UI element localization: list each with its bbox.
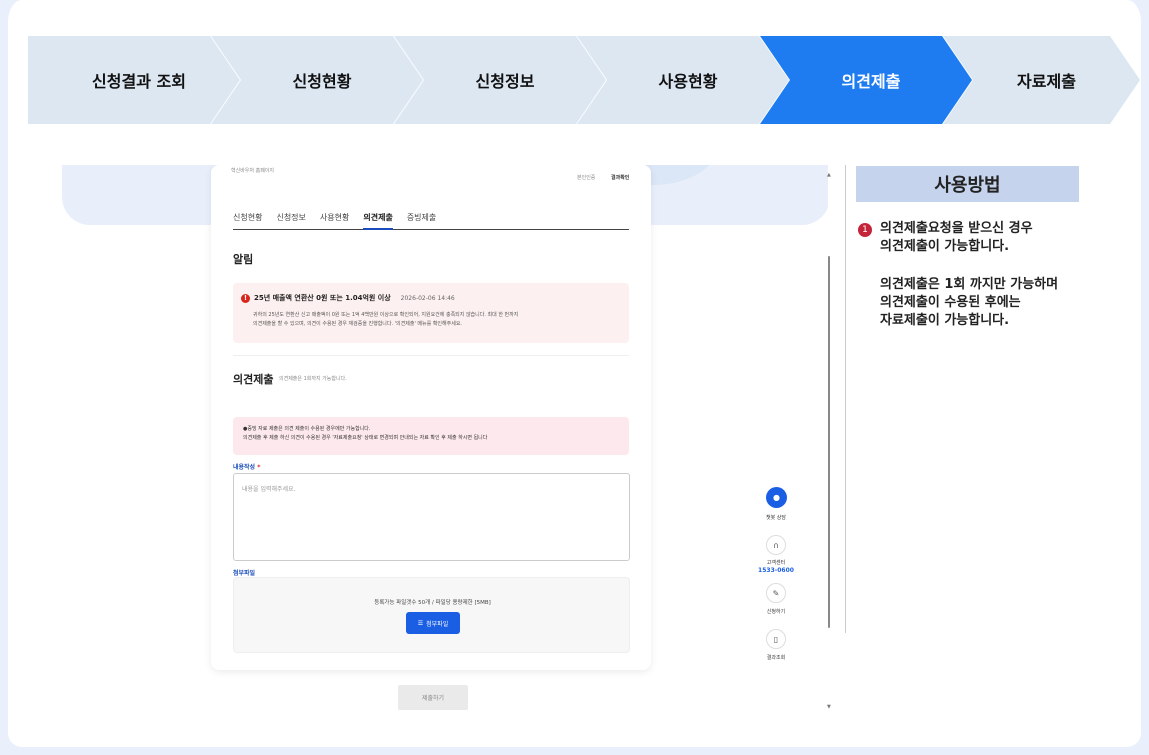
content-label-text: 내용작성 [233,464,256,471]
card-top-bar: 혁신바우처 홈페이지 본인인증 결과확인 [211,165,651,181]
attach-button-label: 첨부파일 [426,620,449,628]
notice-headline: 25년 매출액 연환산 0원 또는 1.04억원 이상 [254,294,391,302]
auth-link[interactable]: 본인인증 [577,174,595,181]
headset-icon[interactable]: ∩ [766,535,786,555]
floating-menu: ● 챗봇 상담 ∩ 고객센터 1533-0600 ✎ 신청하기 ▯ 결과조회 [748,487,804,677]
center-phone[interactable]: 1533-0600 [748,567,804,574]
notice-body-line: 의견제출을 할 수 있으며, 의견이 수용된 경우 재검증을 진행합니다. '의… [253,321,463,327]
guide-line: 의견제출이 수용된 후에는 [880,295,1021,310]
list-icon: ☰ [417,619,424,627]
scroll-down-arrow-icon[interactable]: ▼ [827,704,831,710]
required-mark: * [257,464,261,471]
step-label: 신청정보 [475,72,535,91]
step-opinion[interactable]: 의견제출 [760,36,972,124]
step-result-inquiry[interactable]: 신청결과 조회 [28,36,240,124]
opinion-title: 의견제출 [233,373,274,386]
tab-evidence[interactable]: 증빙제출 [407,212,436,230]
document-icon[interactable]: ▯ [766,629,786,649]
notice-title: 알림 [233,253,254,266]
step-status[interactable]: 신청현황 [211,36,423,124]
notice-box: ! 25년 매출액 연환산 0원 또는 1.04억원 이상 2026-02-06… [233,283,629,343]
step-label: 신청현황 [292,72,352,91]
step-label: 의견제출 [841,72,901,91]
warning-box: ●증빙 자료 제출은 의견 제출이 수용된 경우에만 가능합니다. 의견제출 후… [233,417,629,455]
attach-area[interactable]: 등록가능 파일갯수 50개 / 파일당 용량제한 [5MB] ☰ 첨부파일 [233,577,630,653]
content-label: 내용작성 * [233,462,260,471]
guide-line: 의견제출이 가능합니다. [880,239,1010,254]
notice-body: 귀하의 25년도 연환산 신고 매출액이 0원 또는 1억 4백만원 이상으로 … [253,311,623,329]
tab-usage[interactable]: 사용현황 [320,212,349,230]
step-bar: 신청결과 조회 신청현황 신청정보 사용현황 의견제출 자료제출 [28,36,1140,124]
divider [233,355,629,356]
tab-status[interactable]: 신청현황 [233,212,262,230]
panel-divider [845,165,846,633]
scrollbar[interactable] [828,256,830,628]
step-label: 자료제출 [1017,72,1076,91]
tab-bar: 신청현황 신청정보 사용현황 의견제출 증빙제출 [233,212,629,230]
opinion-subtitle: 의견제출은 1회까지 가능합니다. [279,376,347,382]
attach-label: 첨부파일 [233,570,256,577]
tab-opinion[interactable]: 의견제출 [363,212,393,230]
step-label: 신청결과 조회 [92,72,186,91]
apply-label: 신청하기 [766,609,786,615]
content-textarea[interactable]: 내용을 입력해주세요. [233,473,630,561]
attach-info: 등록가능 파일갯수 50개 / 파일당 용량제한 [5MB] [374,600,491,606]
content-placeholder: 내용을 입력해주세요. [242,486,296,493]
center-label: 고객센터 [766,560,786,566]
submit-button[interactable]: 제출하기 [398,685,468,710]
guide-text: 의견제출요청을 받으신 경우 의견제출이 가능합니다. 의견제출은 1회 까지만… [880,220,1110,330]
result-label: 결과조회 [766,655,786,661]
guide-title: 사용방법 [856,166,1079,202]
step-usage[interactable]: 사용현황 [577,36,789,124]
result-link[interactable]: 결과확인 [611,174,629,181]
notice-body-line: 귀하의 25년도 연환산 신고 매출액이 0원 또는 1억 4백만원 이상으로 … [253,312,519,318]
chatbot-icon[interactable]: ● [766,487,787,508]
warning-line: ●증빙 자료 제출은 의견 제출이 수용된 경우에만 가능합니다. [243,426,371,432]
site-logo-text[interactable]: 혁신바우처 홈페이지 [231,167,274,174]
guide-step-badge: 1 [858,223,872,237]
edit-icon[interactable]: ✎ [766,583,786,603]
step-label: 사용현황 [658,72,718,91]
notice-date: 2026-02-06 14:46 [400,294,455,302]
scroll-up-arrow-icon[interactable]: ▲ [827,172,831,178]
chatbot-label: 챗봇 상담 [766,515,786,521]
alert-icon: ! [241,293,250,303]
step-info[interactable]: 신청정보 [394,36,606,124]
attach-button[interactable]: ☰ 첨부파일 [406,612,460,634]
opinion-card: 혁신바우처 홈페이지 본인인증 결과확인 신청현황 신청정보 사용현황 의견제출… [211,165,651,670]
submit-label: 제출하기 [421,695,445,702]
guide-line: 의견제출요청을 받으신 경우 [880,221,1033,236]
step-documents[interactable]: 자료제출 [943,36,1140,124]
tab-info[interactable]: 신청정보 [276,212,305,230]
embedded-screenshot: 혁신바우처 홈페이지 본인인증 결과확인 신청현황 신청정보 사용현황 의견제출… [28,165,828,710]
warning-line: 의견제출 후 제출 하신 의견이 수용된 경우 '자료제출요청' 상태로 변경되… [243,435,488,441]
guide-line: 자료제출이 가능합니다. [880,313,1010,328]
notice-head: ! 25년 매출액 연환산 0원 또는 1.04억원 이상 2026-02-06… [241,293,455,303]
guide-line: 의견제출은 1회 까지만 가능하며 [880,277,1059,292]
